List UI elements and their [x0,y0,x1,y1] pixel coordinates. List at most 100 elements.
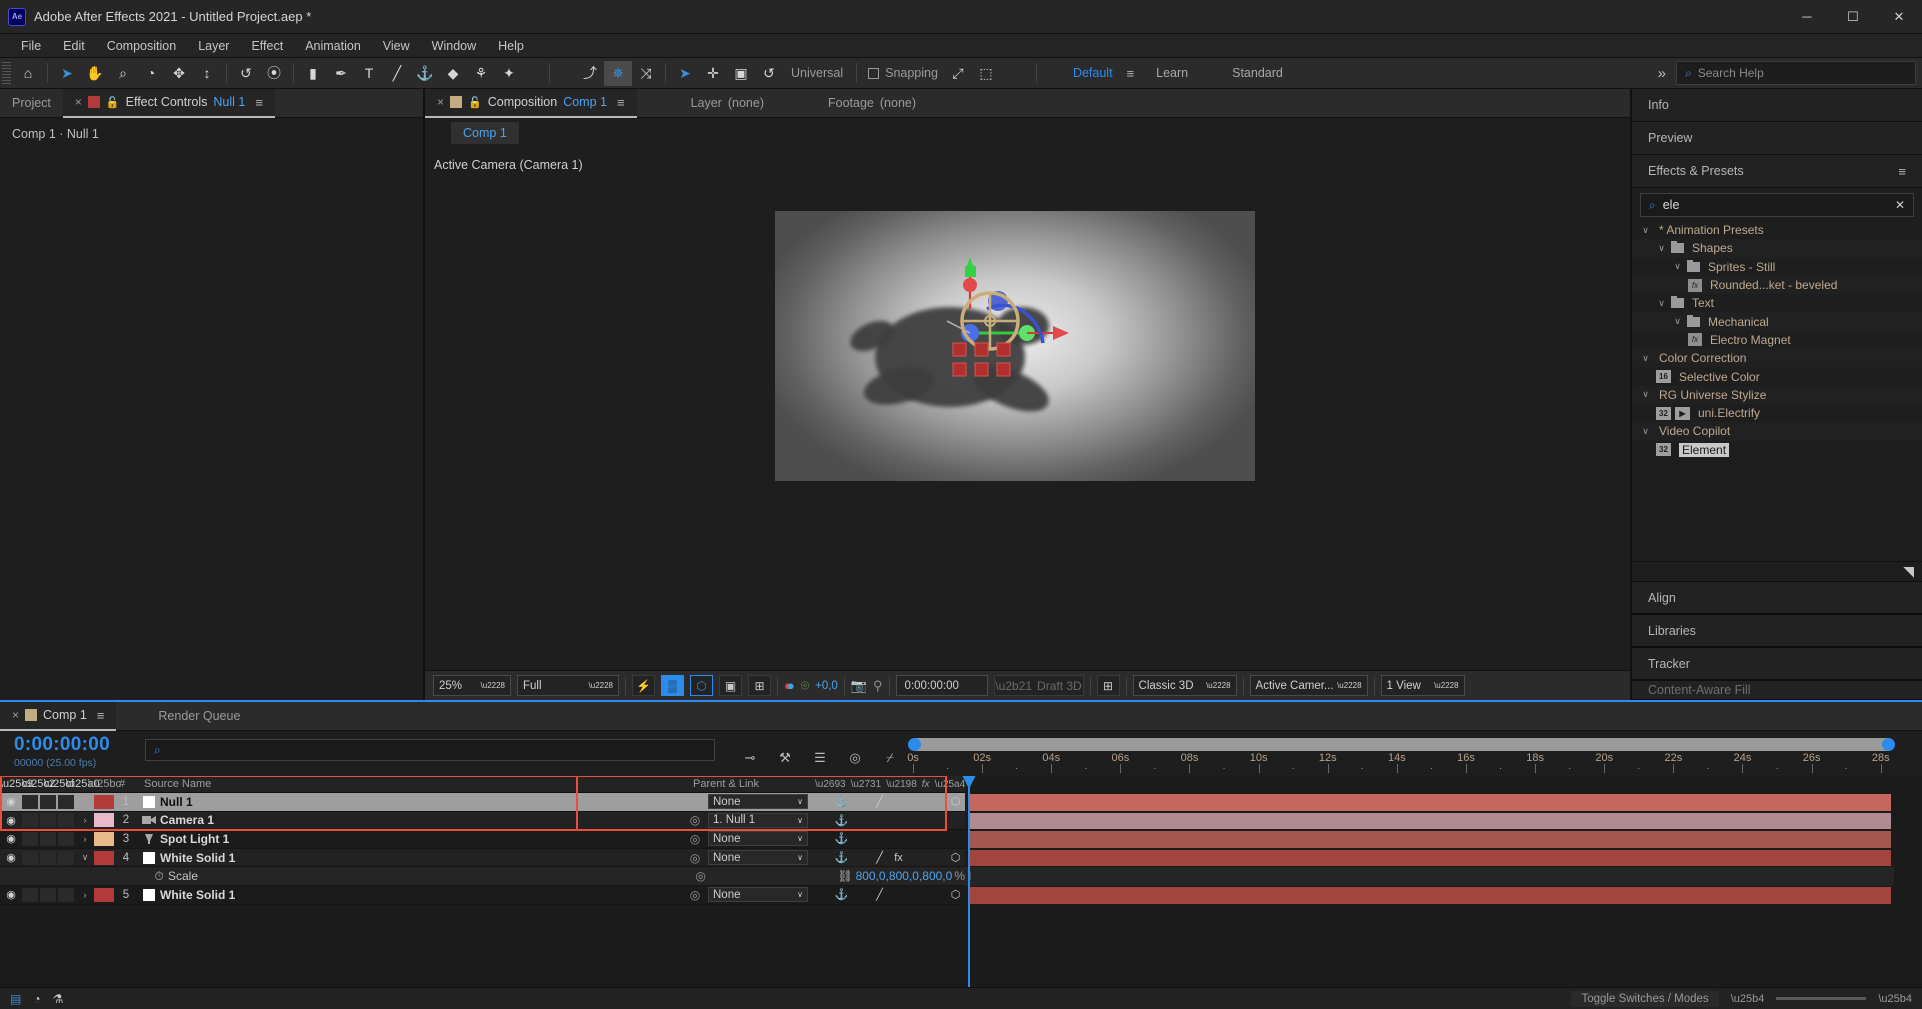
eraser-tool[interactable]: ◆ [439,61,467,86]
snap-align-icon[interactable]: ⤢ [944,61,972,86]
layer-twirl-icon[interactable]: › [76,834,94,844]
resolution-select[interactable]: Full \u2228 [517,675,619,696]
layer-switch-2[interactable]: ╱ [870,888,889,901]
world-axis-mode[interactable]: ✵ [604,60,632,86]
type-tool[interactable]: T [355,61,383,86]
layer-duration-bar[interactable] [968,849,1891,867]
layer-label-color[interactable] [94,887,114,902]
layer-visibility-icon[interactable]: ◉ [0,832,22,845]
work-area-bar[interactable] [908,738,1895,751]
selection-tool[interactable]: ➤ [53,61,81,86]
parent-select[interactable]: None ∨ [708,887,808,903]
lock-icon[interactable]: 🔓 [468,96,482,109]
tab-effect-controls[interactable]: × 🔓 Effect Controls Null 1 ≡ [62,88,275,118]
layer-solo-toggle[interactable] [40,850,56,865]
gizmo-position[interactable]: ✛ [699,61,727,86]
effects-tree-item[interactable]: ∨ Text [1632,294,1922,312]
twirl-icon[interactable]: ∨ [1672,261,1683,272]
viewer-timecode[interactable]: 0:00:00:00 [895,675,988,696]
layer-row[interactable]: ◉ ∨ 4 White Solid 1 ◎ None ∨ ⚓ ╱ fx ⬡ [0,848,965,868]
menu-edit[interactable]: Edit [52,37,96,55]
workspace-menu-icon[interactable]: ≡ [1127,66,1135,81]
tab-layer[interactable]: Layer (none) [679,89,776,118]
menu-composition[interactable]: Composition [96,37,187,55]
layer-duration-bar[interactable] [968,812,1891,830]
maximize-button[interactable]: ☐ [1830,0,1876,34]
views-select[interactable]: 1 View \u2228 [1380,675,1465,696]
panel-libraries[interactable]: Libraries [1632,614,1922,647]
layer-switch-6[interactable]: ⬡ [946,888,965,901]
twirl-icon[interactable]: ∨ [1640,426,1651,437]
layer-label-color[interactable] [94,813,114,828]
close-button[interactable]: ✕ [1876,0,1922,34]
motion-blur-icon[interactable]: ⚗ [53,992,64,1006]
dimensions-link-icon[interactable]: ⛓ [838,869,856,883]
new-comp-icon[interactable]: ▤ [10,992,21,1006]
menu-file[interactable]: File [10,37,52,55]
menu-layer[interactable]: Layer [187,37,240,55]
tab-composition[interactable]: × 🔓 Composition Comp 1 ≡ [425,88,637,118]
layer-label-color[interactable] [94,794,114,809]
timeline-ruler-area[interactable]: 0s. 02s. 04s. 06s. 08s. 10s. 12s. 14s. 16s. 18s. 2… [907,731,1922,776]
layer-label-color[interactable] [94,831,114,846]
layer-track[interactable] [965,793,1894,812]
new-preset-icon[interactable]: ◥ [1903,563,1914,580]
zoom-in-icon[interactable]: \u25b4 [1878,993,1912,1005]
timeline-search-input[interactable]: ⌕ [145,739,715,761]
panel-menu-icon[interactable]: ≡ [617,95,625,110]
effects-tree-item[interactable]: 32 Element [1632,441,1922,459]
parent-pickwhip-icon[interactable]: ◎ [682,795,708,809]
layer-switch-6[interactable]: ⬡ [946,851,965,864]
effects-tree[interactable]: ∨ * Animation Presets ∨ Shapes ∨ Sprites - St… [1632,221,1922,561]
snap-grid-icon[interactable]: ⬚ [972,61,1000,86]
current-time-indicator[interactable] [962,776,976,987]
effects-tree-item[interactable]: ∨ * Animation Presets [1632,221,1922,239]
panel-effects-presets[interactable]: Effects & Presets ≡ [1632,155,1922,188]
layer-audio-toggle[interactable] [22,813,38,828]
toggle-mask-paths-icon[interactable]: ▣ [719,675,742,696]
layer-duration-bar[interactable] [968,831,1891,848]
layer-name[interactable]: White Solid 1 [160,888,682,902]
close-icon[interactable]: × [12,708,19,722]
fast-preview-icon[interactable]: ⚡ [632,675,655,696]
twirl-icon[interactable]: ∨ [1656,243,1667,254]
layer-switch-6[interactable]: ⬡ [946,795,965,808]
layer-row[interactable]: ◉ › 2 Camera 1 ◎ 1. Null 1 ∨ ⚓ [0,811,965,831]
current-timecode[interactable]: 0:00:00:00 [14,734,145,756]
menu-animation[interactable]: Animation [294,37,372,55]
dolly-tool[interactable]: ↕ [193,61,221,86]
layer-lock-toggle[interactable] [58,794,74,809]
layer-audio-toggle[interactable] [22,850,38,865]
property-value[interactable]: 800,0,800,0,800,0 [856,869,953,883]
universal-label[interactable]: Universal [783,66,851,80]
frame-blending-icon[interactable]: ◎ [844,748,866,768]
parent-pickwhip-icon[interactable]: ◎ [682,832,708,846]
panel-menu-icon[interactable]: ≡ [1898,164,1906,179]
layer-name[interactable]: Null 1 [160,795,682,809]
layer-name[interactable]: White Solid 1 [160,851,682,865]
search-help-input[interactable]: ⌕ Search Help [1676,61,1916,85]
menu-effect[interactable]: Effect [240,37,294,55]
orbit-tool[interactable]: ◔ [137,61,165,86]
workspace-learn[interactable]: Learn [1134,66,1210,80]
puppet-pin-tool[interactable]: ✦ [495,61,523,86]
camera-select[interactable]: Active Camer... \u2228 [1249,675,1368,696]
effects-tree-item[interactable]: 32 ▶ uni.Electrify [1632,404,1922,422]
menu-view[interactable]: View [372,37,421,55]
effects-tree-item[interactable]: ∨ Color Correction [1632,349,1922,368]
rect-shape-tool[interactable]: ▮ [299,61,327,86]
layer-row[interactable]: ◉ › 1 Null 1 ◎ None ∨ ⚓ ╱ ⬡ [0,793,965,812]
twirl-icon[interactable]: ∨ [1640,389,1651,400]
renderer-select[interactable]: Classic 3D \u2228 [1132,675,1237,696]
delete-icon[interactable]: ◔ [33,992,40,1006]
region-of-interest-icon[interactable]: ⬡ [690,675,713,696]
parent-select[interactable]: None ∨ [708,831,808,847]
layer-solo-toggle[interactable] [40,794,56,809]
layer-solo-toggle[interactable] [40,831,56,846]
layer-duration-bar[interactable] [968,794,1891,811]
subtab-comp1[interactable]: Comp 1 [451,122,519,144]
track-column[interactable]: I [962,776,1922,987]
hide-shy-layers-icon[interactable]: ☰ [809,748,831,768]
twirl-icon[interactable]: ∨ [1640,225,1651,236]
layer-audio-toggle[interactable] [22,887,38,902]
